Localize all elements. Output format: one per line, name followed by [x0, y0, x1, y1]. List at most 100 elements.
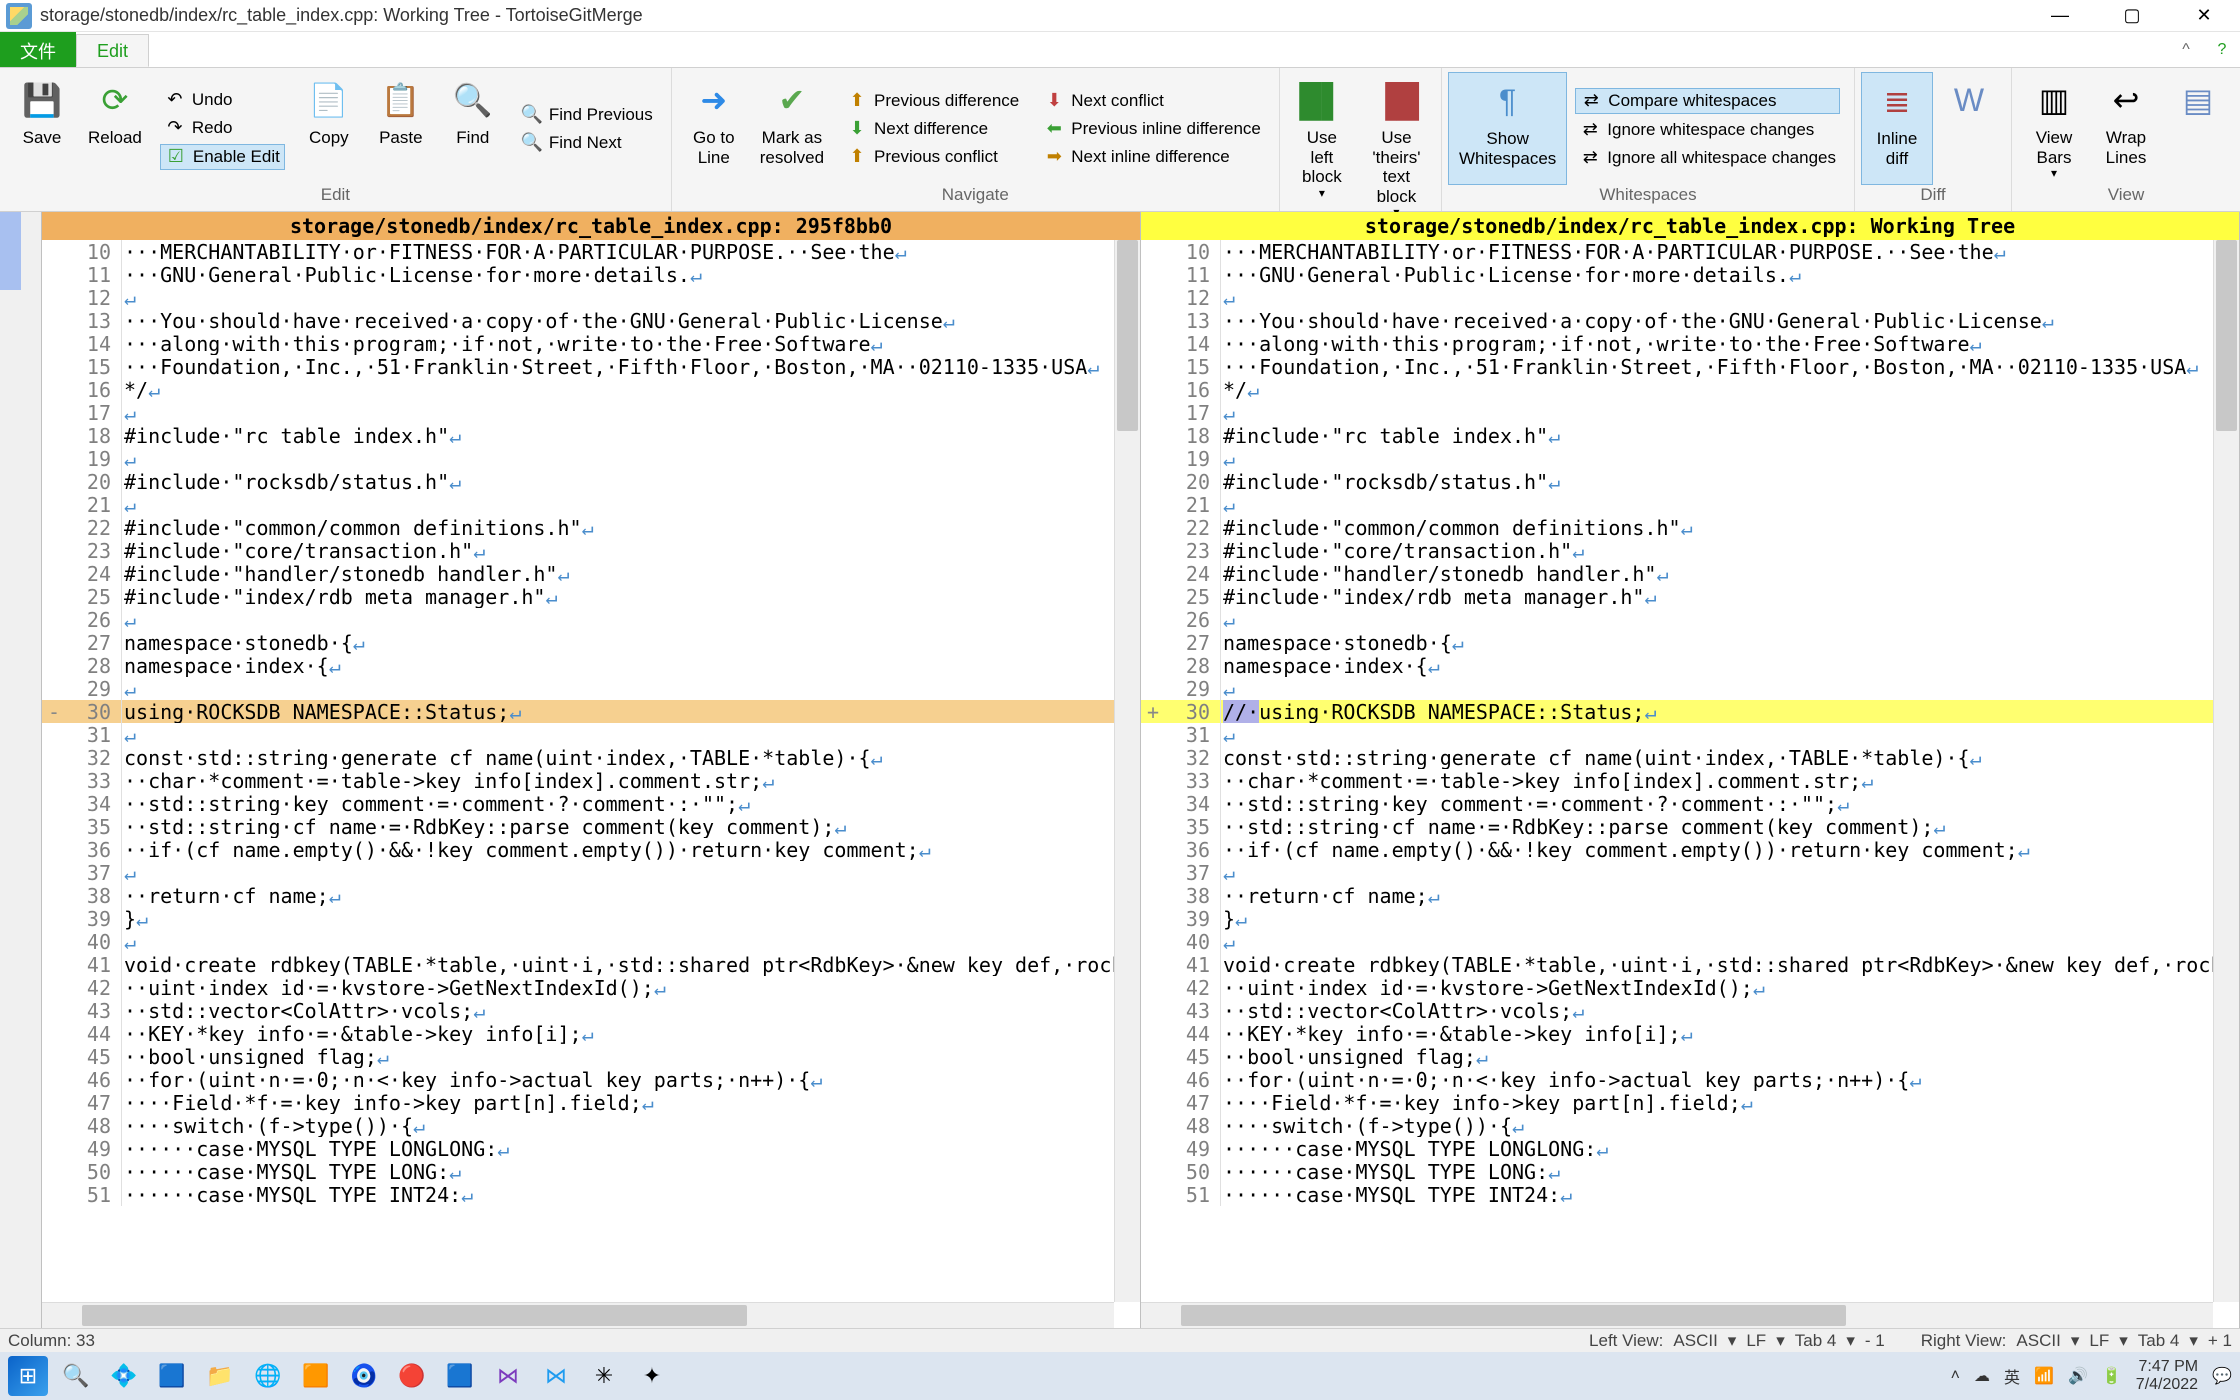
code-line[interactable]: 25#include·"index/rdb_meta_manager.h"↵	[42, 585, 1114, 608]
code-line[interactable]: 31↵	[42, 723, 1114, 746]
code-line[interactable]: 29↵	[1141, 677, 2213, 700]
code-line[interactable]: 15···Foundation,·Inc.,·51·Franklin·Stree…	[1141, 355, 2213, 378]
code-line[interactable]: 49······case·MYSQL_TYPE_LONGLONG:↵	[42, 1137, 1114, 1160]
code-line[interactable]: 36··if·(cf_name.empty()·&&·!key_comment.…	[1141, 838, 2213, 861]
tray-chevron-icon[interactable]: ˄	[1951, 1367, 1960, 1385]
code-line[interactable]: 38··return·cf_name;↵	[42, 884, 1114, 907]
ignore-all-ws-button[interactable]: ⇄Ignore all whitespace changes	[1575, 146, 1840, 170]
code-line[interactable]: 41void·create_rdbkey(TABLE·*table,·uint·…	[1141, 953, 2213, 976]
code-line[interactable]: 35··std::string·cf_name·=·RdbKey::parse_…	[1141, 815, 2213, 838]
code-line[interactable]: 18#include·"rc_table_index.h"↵	[1141, 424, 2213, 447]
save-button[interactable]: 💾Save	[6, 72, 78, 185]
code-line[interactable]: 37↵	[42, 861, 1114, 884]
code-line[interactable]: 47····Field·*f·=·key_info->key_part[n].f…	[42, 1091, 1114, 1114]
paste-button[interactable]: 📋Paste	[365, 72, 437, 185]
code-line[interactable]: 37↵	[1141, 861, 2213, 884]
wrap-lines-button[interactable]: ↩Wrap Lines	[2090, 72, 2162, 185]
prev-conflict-button[interactable]: ⬆Previous conflict	[842, 145, 1023, 169]
code-line[interactable]: 42··uint·index_id·=·kvstore->GetNextInde…	[42, 976, 1114, 999]
code-line[interactable]: 47····Field·*f·=·key_info->key_part[n].f…	[1141, 1091, 2213, 1114]
code-line[interactable]: 14···along·with·this·program;·if·not,·wr…	[42, 332, 1114, 355]
code-line[interactable]: 23#include·"core/transaction.h"↵	[42, 539, 1114, 562]
code-line[interactable]: 42··uint·index_id·=·kvstore->GetNextInde…	[1141, 976, 2213, 999]
goto-line-button[interactable]: ➜Go to Line	[678, 72, 750, 185]
app-icon-5[interactable]: ✳	[584, 1356, 624, 1396]
code-line[interactable]: 11···GNU·General·Public·License·for·more…	[1141, 263, 2213, 286]
code-line[interactable]: 26↵	[42, 608, 1114, 631]
code-line[interactable]: 32const·std::string·generate_cf_name(uin…	[42, 746, 1114, 769]
close-button[interactable]: ✕	[2168, 0, 2240, 32]
code-line[interactable]: 34··std::string·key_comment·=·comment·?·…	[42, 792, 1114, 815]
use-theirs-block-button[interactable]: ▐█Use 'theirs' text block▾	[1358, 72, 1435, 220]
code-line[interactable]: -30using·ROCKSDB_NAMESPACE::Status;↵	[42, 700, 1114, 723]
ignore-ws-changes-button[interactable]: ⇄Ignore whitespace changes	[1575, 118, 1840, 142]
code-line[interactable]: 16*/↵	[1141, 378, 2213, 401]
code-line[interactable]: 27namespace·stonedb·{↵	[1141, 631, 2213, 654]
app-icon-1[interactable]: 🟧	[296, 1356, 336, 1396]
code-line[interactable]: 48····switch·(f->type())·{↵	[1141, 1114, 2213, 1137]
mark-resolved-button[interactable]: ✔Mark as resolved	[750, 72, 834, 185]
view-bars-button[interactable]: ▥View Bars▾	[2018, 72, 2090, 185]
diff-extra-button[interactable]: W	[1933, 72, 2005, 185]
tray-battery-icon[interactable]: 🔋	[2102, 1366, 2122, 1386]
code-line[interactable]: 23#include·"core/transaction.h"↵	[1141, 539, 2213, 562]
code-line[interactable]: 25#include·"index/rdb_meta_manager.h"↵	[1141, 585, 2213, 608]
tray-notifications-icon[interactable]: 💬	[2212, 1366, 2232, 1386]
code-line[interactable]: 35··std::string·cf_name·=·RdbKey::parse_…	[42, 815, 1114, 838]
right-vscrollbar[interactable]	[2213, 240, 2239, 1302]
app-icon-4[interactable]: 🟦	[440, 1356, 480, 1396]
search-button[interactable]: 🔍	[56, 1356, 96, 1396]
code-line[interactable]: 48····switch·(f->type())·{↵	[42, 1114, 1114, 1137]
right-hscrollbar[interactable]	[1141, 1302, 2213, 1328]
code-line[interactable]: 43··std::vector<ColAttr>·vcols;↵	[1141, 999, 2213, 1022]
code-line[interactable]: 32const·std::string·generate_cf_name(uin…	[1141, 746, 2213, 769]
code-line[interactable]: 22#include·"common/common_definitions.h"…	[1141, 516, 2213, 539]
status-left-enc[interactable]: ASCII	[1673, 1331, 1717, 1351]
code-line[interactable]: 41void·create_rdbkey(TABLE·*table,·uint·…	[42, 953, 1114, 976]
edge-icon[interactable]: 🌐	[248, 1356, 288, 1396]
help-icon[interactable]: ?	[2204, 32, 2240, 67]
code-line[interactable]: 12↵	[1141, 286, 2213, 309]
next-conflict-button[interactable]: ⬇Next conflict	[1039, 89, 1265, 113]
code-line[interactable]: 44··KEY·*key_info·=·&table->key_info[i];…	[1141, 1022, 2213, 1045]
vs-icon[interactable]: ⋈	[488, 1356, 528, 1396]
code-line[interactable]: 15···Foundation,·Inc.,·51·Franklin·Stree…	[42, 355, 1114, 378]
code-line[interactable]: 43··std::vector<ColAttr>·vcols;↵	[42, 999, 1114, 1022]
code-line[interactable]: 24#include·"handler/stonedb_handler.h"↵	[1141, 562, 2213, 585]
code-line[interactable]: 20#include·"rocksdb/status.h"↵	[1141, 470, 2213, 493]
status-right-enc[interactable]: ASCII	[2016, 1331, 2060, 1351]
explorer-icon[interactable]: 📁	[200, 1356, 240, 1396]
code-line[interactable]: 44··KEY·*key_info·=·&table->key_info[i];…	[42, 1022, 1114, 1045]
left-hscrollbar[interactable]	[42, 1302, 1114, 1328]
code-line[interactable]: 19↵	[42, 447, 1114, 470]
code-line[interactable]: 36··if·(cf_name.empty()·&&·!key_comment.…	[42, 838, 1114, 861]
undo-button[interactable]: ↶Undo	[160, 88, 285, 112]
code-line[interactable]: 16*/↵	[42, 378, 1114, 401]
code-line[interactable]: 45··bool·unsigned_flag;↵	[42, 1045, 1114, 1068]
find-button[interactable]: 🔍Find	[437, 72, 509, 185]
code-line[interactable]: 28namespace·index·{↵	[42, 654, 1114, 677]
code-line[interactable]: 46··for·(uint·n·=·0;·n·<·key_info->actua…	[1141, 1068, 2213, 1091]
show-whitespaces-toggle[interactable]: ¶Show Whitespaces	[1448, 72, 1567, 185]
inline-diff-toggle[interactable]: ≣Inline diff	[1861, 72, 1933, 185]
redo-button[interactable]: ↷Redo	[160, 116, 285, 140]
vs-icon-2[interactable]: ⋈	[536, 1356, 576, 1396]
code-line[interactable]: 51······case·MYSQL_TYPE_INT24:↵	[42, 1183, 1114, 1206]
taskbar-clock[interactable]: 7:47 PM7/4/2022	[2136, 1358, 2198, 1393]
status-left-eol[interactable]: LF	[1746, 1331, 1766, 1351]
code-line[interactable]: 39}↵	[42, 907, 1114, 930]
code-line[interactable]: 50······case·MYSQL_TYPE_LONG:↵	[1141, 1160, 2213, 1183]
code-line[interactable]: 10···MERCHANTABILITY·or·FITNESS·FOR·A·PA…	[42, 240, 1114, 263]
code-line[interactable]: 20#include·"rocksdb/status.h"↵	[42, 470, 1114, 493]
ribbon-collapse-icon[interactable]: ^	[2168, 32, 2204, 67]
code-line[interactable]: 28namespace·index·{↵	[1141, 654, 2213, 677]
code-line[interactable]: 33··char·*comment·=·table->key_info[inde…	[42, 769, 1114, 792]
find-next-button[interactable]: 🔍Find Next	[517, 131, 657, 155]
code-line[interactable]: 29↵	[42, 677, 1114, 700]
code-line[interactable]: +30//·using·ROCKSDB_NAMESPACE::Status;↵	[1141, 700, 2213, 723]
code-line[interactable]: 22#include·"common/common_definitions.h"…	[42, 516, 1114, 539]
next-difference-button[interactable]: ⬇Next difference	[842, 117, 1023, 141]
code-line[interactable]: 27namespace·stonedb·{↵	[42, 631, 1114, 654]
code-line[interactable]: 39}↵	[1141, 907, 2213, 930]
code-line[interactable]: 38··return·cf_name;↵	[1141, 884, 2213, 907]
